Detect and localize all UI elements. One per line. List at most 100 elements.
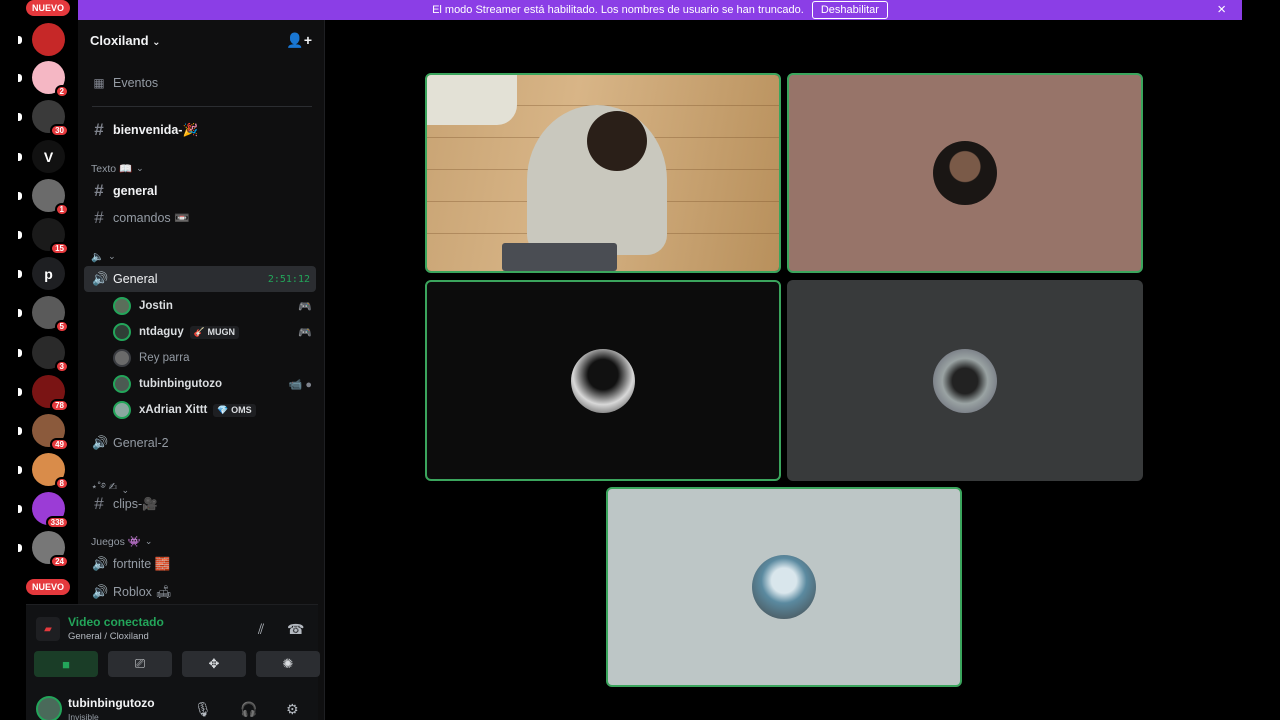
voice-user-name: Jostin xyxy=(139,300,173,312)
server-icon[interactable]: 78 xyxy=(32,375,69,412)
chevron-down-icon: ⌄ xyxy=(144,536,153,546)
unread-indicator xyxy=(18,153,22,161)
channel-general[interactable]: # general xyxy=(84,178,316,204)
unread-indicator xyxy=(18,309,22,317)
avatar xyxy=(113,375,131,393)
hash-icon: # xyxy=(94,181,104,200)
channel-label: Roblox 🛋 xyxy=(113,584,172,599)
category-label: Juegos 👾 xyxy=(91,536,141,548)
category-texto[interactable]: Texto 📖 ⌄ xyxy=(91,162,144,175)
video-tile-user-2[interactable] xyxy=(787,73,1143,273)
mention-badge: 5 xyxy=(54,320,69,333)
voice-user[interactable]: Rey parra xyxy=(113,346,312,370)
server-icon[interactable]: V xyxy=(32,140,65,173)
headphones-icon[interactable]: 🎧 xyxy=(240,701,257,718)
microphone-icon[interactable]: 🎙 xyxy=(194,701,212,718)
camera-button[interactable]: ■ xyxy=(34,651,98,677)
speaker-icon: 🔊 xyxy=(92,435,109,450)
invite-people-icon[interactable]: 👤+ xyxy=(286,32,312,49)
server-icon[interactable]: 5 xyxy=(32,296,69,333)
server-icon[interactable]: 3 xyxy=(32,336,69,373)
hash-icon: # xyxy=(94,494,104,513)
voice-user[interactable]: ntdaguy 🎸 MUGN 🎮 xyxy=(113,320,312,344)
activity-icon: 🎮 xyxy=(298,326,312,339)
server-icon[interactable]: 338 xyxy=(32,492,69,529)
events-item[interactable]: ▦ Eventos xyxy=(84,70,316,96)
server-icon[interactable]: 49 xyxy=(32,414,69,451)
channel-comandos[interactable]: # comandos 📼 xyxy=(84,205,316,231)
avatar xyxy=(933,141,997,205)
mention-badge: 30 xyxy=(50,124,69,137)
events-label: Eventos xyxy=(113,76,159,90)
disconnect-icon[interactable]: ☎ xyxy=(287,621,304,638)
mention-badge: 49 xyxy=(50,438,69,451)
video-tile-user-4[interactable] xyxy=(787,280,1143,481)
soundboard-icon: ✺ xyxy=(282,656,294,671)
server-icon[interactable]: p xyxy=(32,257,65,290)
screen-share-button[interactable]: ⎚ xyxy=(108,651,172,677)
video-tile-camera[interactable] xyxy=(425,73,781,273)
server-name: Cloxiland xyxy=(90,32,149,48)
server-icon[interactable]: 8 xyxy=(32,453,69,490)
hash-icon: # xyxy=(94,208,104,227)
voice-channel-path[interactable]: General / Cloxiland xyxy=(68,631,149,642)
mention-badge: 8 xyxy=(54,477,69,490)
unread-indicator xyxy=(18,349,22,357)
video-tile-user-3[interactable] xyxy=(425,280,781,481)
voice-status[interactable]: Video conectado xyxy=(68,615,164,629)
channel-label: general xyxy=(113,184,158,198)
avatar xyxy=(113,297,131,315)
server-icon[interactable]: 30 xyxy=(32,100,69,137)
video-tile-user-5[interactable] xyxy=(606,487,962,687)
server-icon[interactable]: 15 xyxy=(32,218,69,255)
voice-user[interactable]: xAdrian Xittt 💎 OMS xyxy=(113,398,312,422)
user-status: Invisible xyxy=(68,712,99,720)
signal-icon[interactable]: ▰ xyxy=(36,617,60,641)
channel-bienvenida[interactable]: # bienvenida-🎉 xyxy=(84,117,316,143)
server-initial: V xyxy=(43,148,54,165)
channel-label: bienvenida-🎉 xyxy=(113,122,199,137)
server-header[interactable]: Cloxiland ⌄ 👤+ xyxy=(78,20,324,60)
voice-channel-general[interactable]: 🔊 General 2:51:12 xyxy=(84,266,316,292)
unread-indicator xyxy=(18,427,22,435)
new-badge-top[interactable]: NUEVO xyxy=(26,0,71,16)
user-panel: tubinbingutozo Invisible 🎙 🎧 ⚙ xyxy=(26,684,318,720)
mention-badge: 2 xyxy=(54,85,69,98)
mention-badge: 1 xyxy=(54,203,69,216)
voice-user[interactable]: Jostin 🎮 xyxy=(113,294,312,318)
channel-label: clips-🎥 xyxy=(113,496,158,511)
avatar[interactable] xyxy=(36,696,62,720)
voice-user[interactable]: tubinbingutozo 📹 ● xyxy=(113,372,312,396)
username[interactable]: tubinbingutozo xyxy=(68,696,155,710)
server-icon[interactable]: 2 xyxy=(32,61,69,98)
voice-channel-fortnite[interactable]: 🔊 fortnite 🧱 xyxy=(84,551,316,577)
mention-badge: 15 xyxy=(50,242,69,255)
channel-clips[interactable]: # clips-🎥 xyxy=(84,491,316,517)
avatar xyxy=(113,323,131,341)
voice-channel-general-2[interactable]: 🔊 General-2 xyxy=(84,430,316,456)
activities-button[interactable]: ✥ xyxy=(182,651,246,677)
avatar xyxy=(571,348,635,413)
mention-badge: 338 xyxy=(45,516,69,529)
close-icon[interactable]: × xyxy=(1217,1,1226,18)
voice-channel-roblox[interactable]: 🔊 Roblox 🛋 xyxy=(84,579,316,605)
unread-indicator xyxy=(18,388,22,396)
avatar xyxy=(933,348,997,413)
speaker-icon: 🔊 xyxy=(92,271,109,286)
category-juegos[interactable]: Juegos 👾 ⌄ xyxy=(91,535,152,548)
category-label: 🔈 xyxy=(91,251,105,263)
new-badge-bottom[interactable]: NUEVO xyxy=(26,579,71,595)
disable-streamer-button[interactable]: Deshabilitar xyxy=(811,1,888,19)
activities-icon: ✥ xyxy=(208,656,220,671)
voice-user-name: Rey parra xyxy=(139,352,190,364)
chevron-down-icon: ⌄ xyxy=(108,251,116,261)
server-icon[interactable]: 24 xyxy=(32,531,69,568)
voice-user-name: xAdrian Xittt xyxy=(139,404,208,416)
noise-suppression-icon[interactable]: ⫽ xyxy=(258,621,264,638)
category-voice[interactable]: 🔈 ⌄ xyxy=(91,250,116,263)
gear-icon[interactable]: ⚙ xyxy=(286,701,299,718)
server-icon[interactable]: 1 xyxy=(32,179,69,216)
soundboard-button[interactable]: ✺ xyxy=(256,651,320,677)
unread-indicator xyxy=(18,231,22,239)
server-icon[interactable] xyxy=(32,23,65,56)
